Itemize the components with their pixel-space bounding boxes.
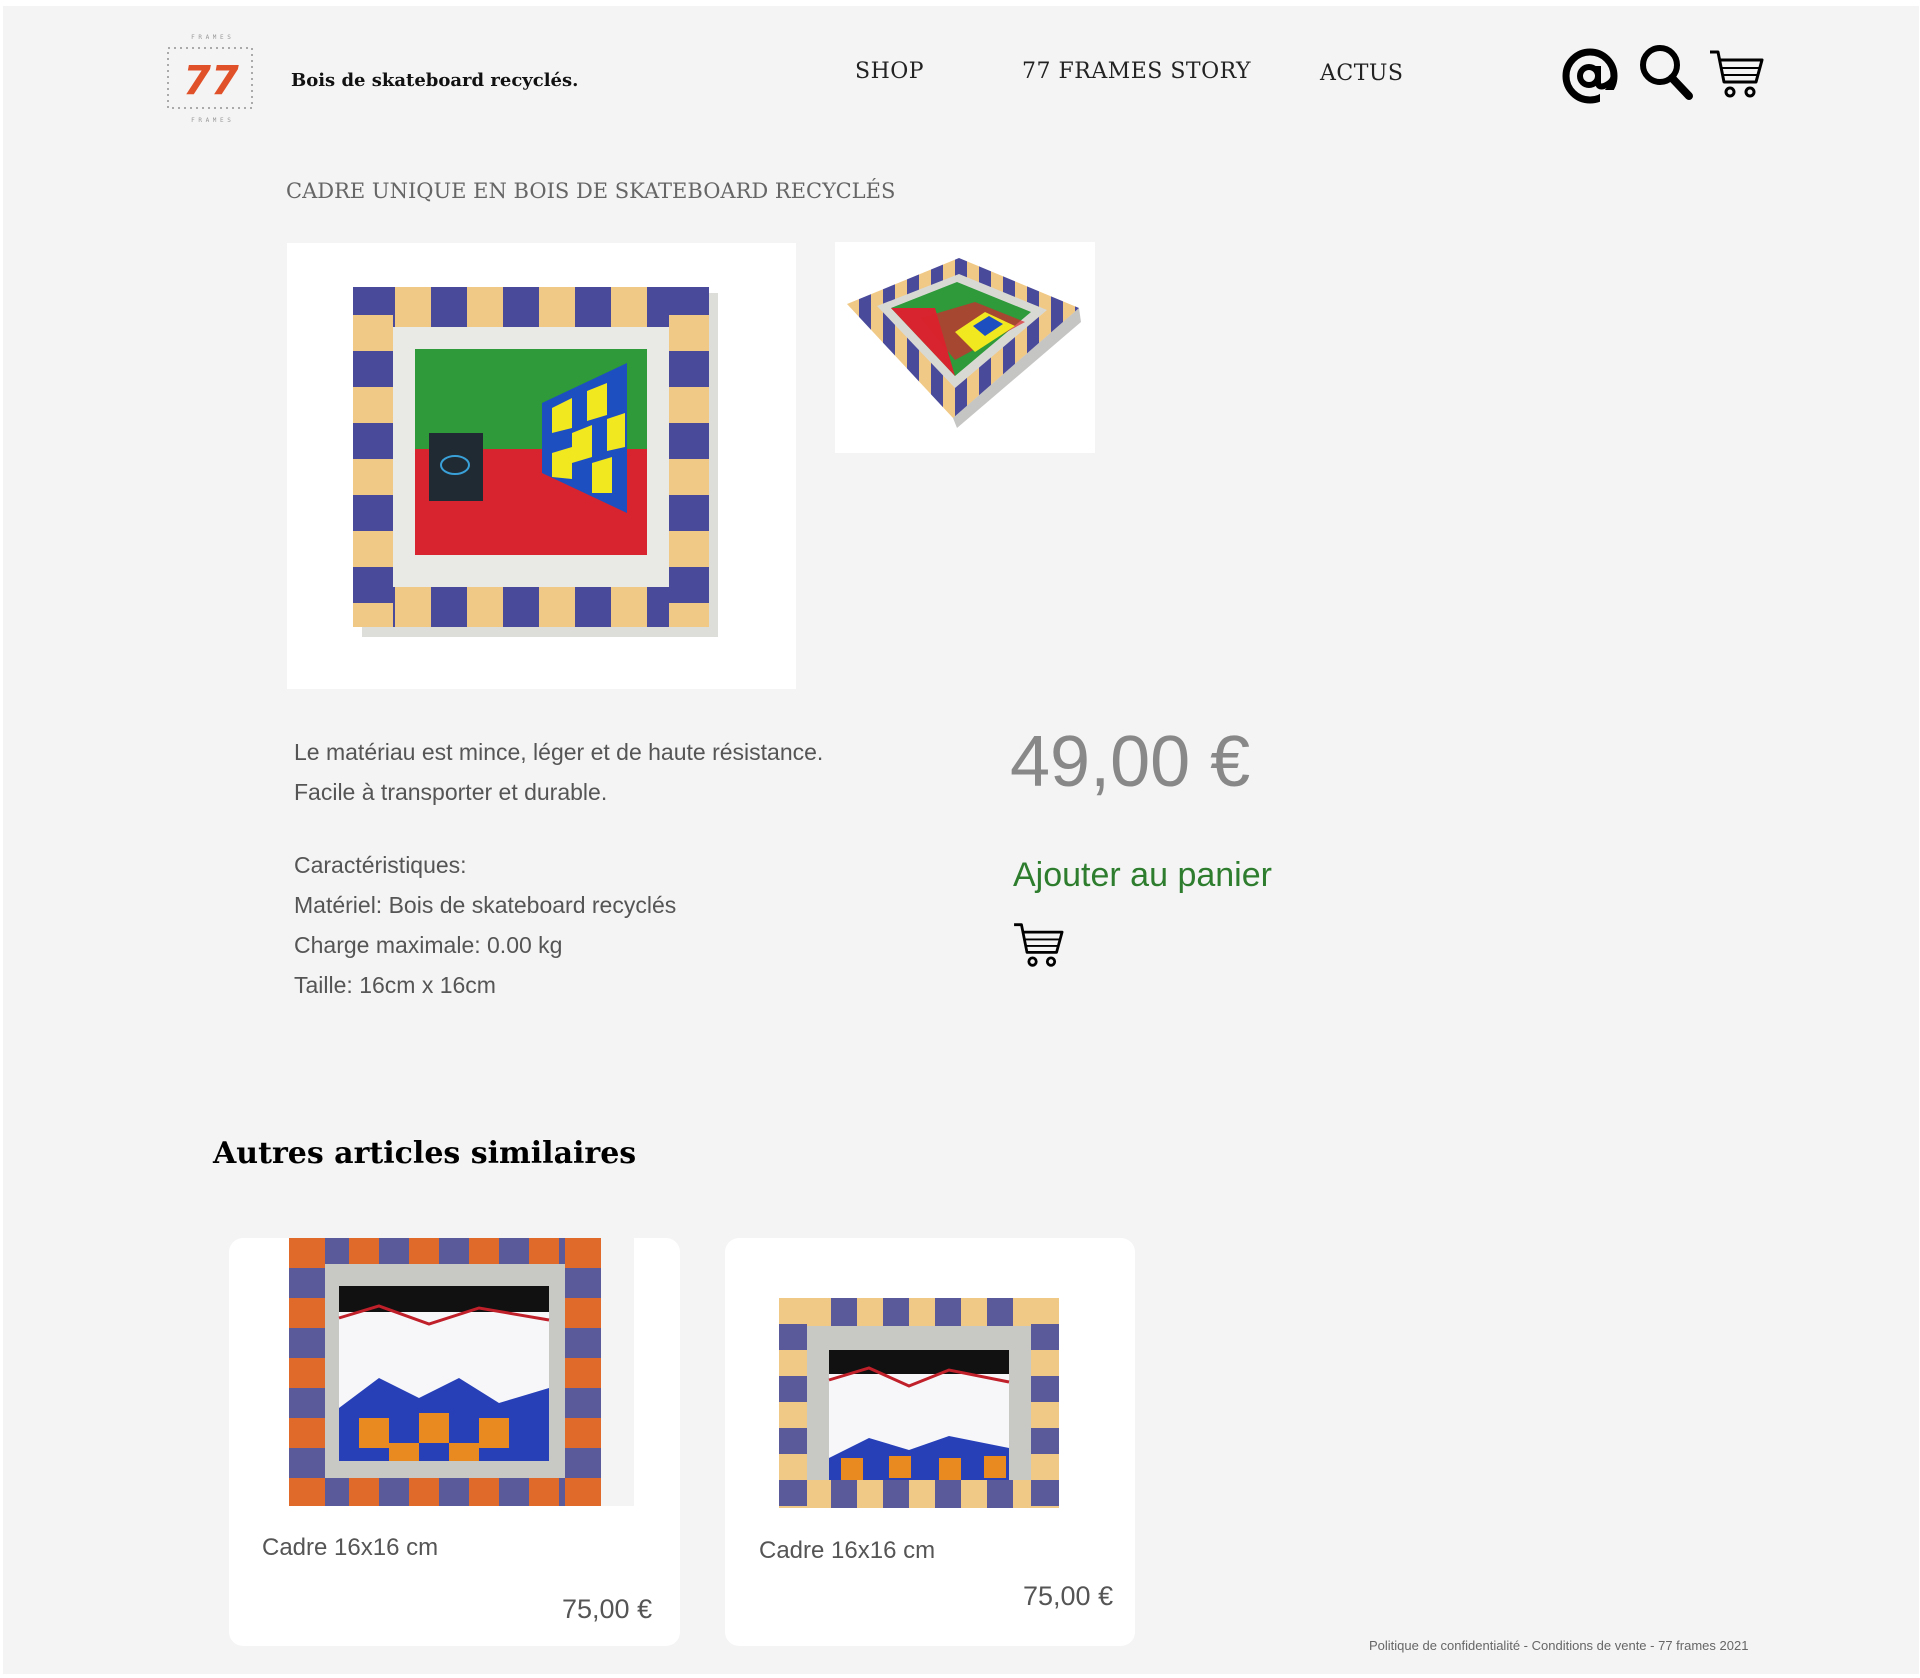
terms-of-sale-link[interactable]: Conditions de vente bbox=[1532, 1638, 1647, 1653]
brand-tagline: Bois de skateboard recyclés. bbox=[291, 70, 579, 91]
nav-actus[interactable]: ACTUS bbox=[1320, 61, 1404, 86]
copyright-text: 77 frames 2021 bbox=[1658, 1638, 1749, 1653]
privacy-policy-link[interactable]: Politique de confidentialité bbox=[1369, 1638, 1520, 1653]
footer-separator: - bbox=[1646, 1638, 1659, 1653]
add-to-cart-button[interactable]: Ajouter au panier bbox=[1013, 856, 1272, 895]
similar-item-image bbox=[779, 1298, 1059, 1512]
product-thumbnail-image[interactable] bbox=[835, 242, 1095, 453]
similar-item-image bbox=[289, 1238, 634, 1510]
similar-item-price: 75,00 € bbox=[562, 1594, 653, 1624]
description-line: Facile à transporter et durable. bbox=[294, 779, 608, 805]
brand-logo[interactable]: F R A M E S 77 F R A M E S bbox=[165, 30, 257, 126]
nav-77-frames-story[interactable]: 77 FRAMES STORY bbox=[1022, 59, 1251, 84]
product-description: Le matériau est mince, léger et de haute… bbox=[294, 732, 934, 1005]
nav-shop[interactable]: SHOP bbox=[855, 59, 924, 84]
similar-item-card[interactable]: Cadre 16x16 cm 75,00 € bbox=[229, 1238, 680, 1646]
characteristic-size: Taille: 16cm x 16cm bbox=[294, 972, 496, 998]
similar-item-card[interactable]: Cadre 16x16 cm 75,00 € bbox=[725, 1238, 1135, 1646]
at-sign-icon[interactable] bbox=[1560, 46, 1620, 110]
similar-item-name: Cadre 16x16 cm bbox=[759, 1537, 936, 1564]
product-price: 49,00 € bbox=[1010, 722, 1251, 802]
search-icon[interactable] bbox=[1637, 42, 1695, 106]
add-to-cart-icon[interactable] bbox=[1012, 921, 1066, 973]
description-line: Le matériau est mince, léger et de haute… bbox=[294, 739, 824, 765]
characteristic-material: Matériel: Bois de skateboard recyclés bbox=[294, 892, 677, 918]
logo-graphic: F R A M E S 77 F R A M E S bbox=[167, 34, 253, 124]
footer-separator: - bbox=[1520, 1638, 1532, 1653]
characteristic-max-load: Charge maximale: 0.00 kg bbox=[294, 932, 563, 958]
characteristics-heading: Caractéristiques: bbox=[294, 852, 467, 878]
product-main-image[interactable] bbox=[287, 243, 796, 689]
page: F R A M E S 77 F R A M E S Bois de skate… bbox=[3, 6, 1919, 1674]
cart-icon[interactable] bbox=[1708, 48, 1766, 104]
footer: Politique de confidentialité - Condition… bbox=[1369, 1638, 1748, 1653]
svg-text:F R A M E S: F R A M E S bbox=[191, 34, 231, 41]
svg-text:F R A M E S: F R A M E S bbox=[191, 117, 231, 124]
similar-item-name: Cadre 16x16 cm bbox=[262, 1534, 439, 1561]
product-title: CADRE UNIQUE EN BOIS DE SKATEBOARD RECYC… bbox=[286, 179, 896, 203]
svg-text:77: 77 bbox=[183, 58, 239, 104]
similar-articles-heading: Autres articles similaires bbox=[213, 1136, 637, 1171]
similar-item-price: 75,00 € bbox=[1023, 1581, 1114, 1611]
